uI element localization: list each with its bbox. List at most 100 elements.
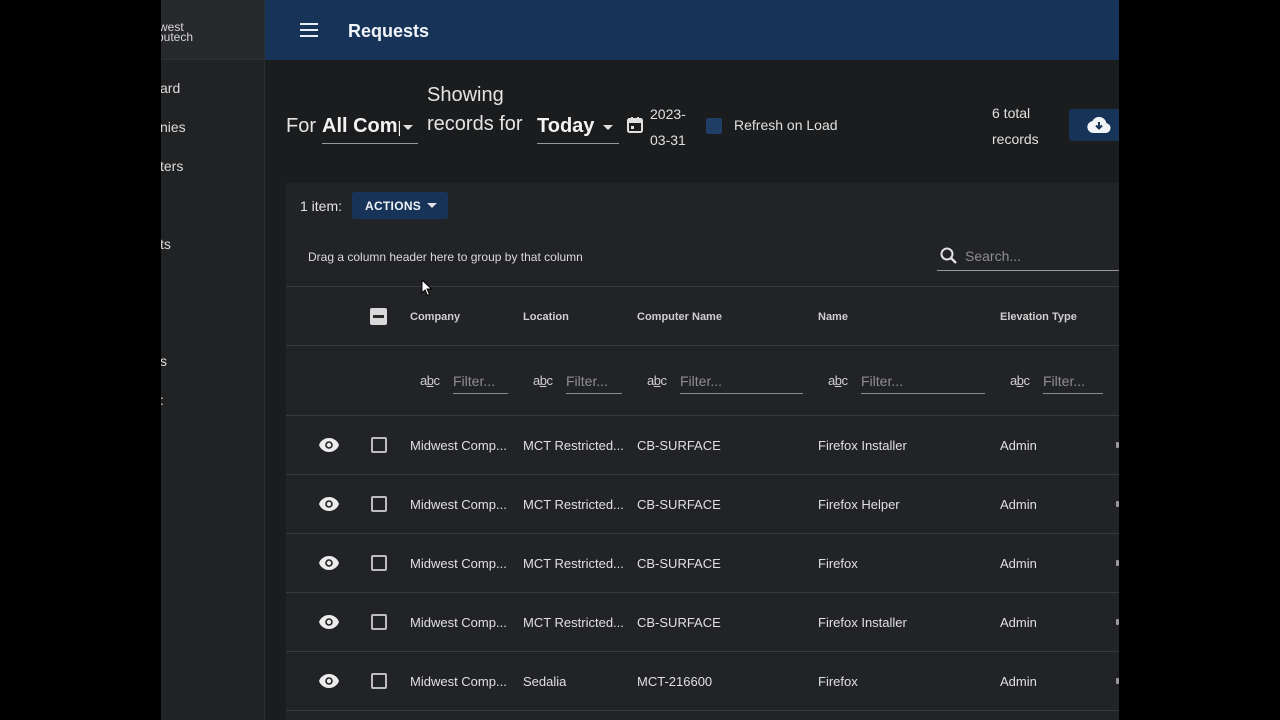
menu-icon[interactable] (300, 23, 318, 37)
column-header-elevation-type[interactable]: Elevation Type (1000, 311, 1077, 323)
abc-filter-icon[interactable]: abc (828, 373, 848, 388)
clipped-cell-edge (1116, 560, 1119, 566)
table-row[interactable]: Midwest Comp... MCT Restricted... CB-SUR… (286, 534, 1119, 593)
top-app-bar: Requests (265, 0, 1119, 60)
table-row[interactable]: Midwest Comp... MCT Restricted... CB-SUR… (286, 593, 1119, 652)
filter-computer-name[interactable] (680, 366, 803, 394)
chevron-down-icon (403, 125, 413, 130)
row-checkbox[interactable] (371, 614, 387, 630)
cell-computer-name: CB-SURFACE (637, 556, 721, 571)
cell-name: Firefox Installer (818, 615, 907, 630)
sidebar-item-requests[interactable]: ts (161, 236, 171, 252)
total-records-line-1: 6 total (992, 105, 1031, 121)
abc-filter-icon[interactable]: abc (1010, 373, 1030, 388)
search-input[interactable] (965, 245, 1115, 267)
main-content: For All Companies Showing records for To… (265, 60, 1119, 720)
abc-filter-icon[interactable]: abc (420, 373, 440, 388)
filter-name[interactable] (861, 366, 985, 394)
row-checkbox[interactable] (371, 437, 387, 453)
row-checkbox[interactable] (371, 555, 387, 571)
table-row[interactable]: Midwest Comp... Sedalia MCT-216600 Firef… (286, 652, 1119, 711)
table-row[interactable]: Midwest Comp... MCT Restricted... CB-SUR… (286, 416, 1119, 475)
calendar-icon[interactable] (626, 116, 644, 134)
cell-company: Midwest Comp... (410, 615, 507, 630)
sidebar-item-dashboard[interactable]: ard (161, 80, 180, 96)
selected-date-line-1: 2023- (650, 106, 686, 122)
cell-company: Midwest Comp... (410, 674, 507, 689)
chevron-down-icon (603, 125, 613, 130)
cell-location: MCT Restricted... (523, 438, 624, 453)
mouse-cursor-icon (421, 279, 433, 297)
cell-name: Firefox Helper (818, 497, 900, 512)
refresh-on-load-checkbox[interactable] (706, 118, 722, 134)
row-checkbox[interactable] (371, 496, 387, 512)
filter-elevation-type[interactable] (1043, 366, 1103, 394)
cell-elevation-type: Admin (1000, 615, 1037, 630)
eye-icon[interactable] (318, 496, 340, 512)
select-all-checkbox[interactable] (370, 308, 387, 325)
for-label: For (286, 115, 316, 137)
cell-location: MCT Restricted... (523, 615, 624, 630)
cell-computer-name: CB-SURFACE (637, 615, 721, 630)
sidebar-item-computers[interactable]: ters (161, 158, 183, 174)
sidebar-item-other[interactable]: : (161, 392, 164, 408)
eye-icon[interactable] (318, 614, 340, 630)
refresh-on-load-label: Refresh on Load (734, 117, 838, 133)
filter-location[interactable] (566, 366, 622, 394)
grid-filter-row: abc abc abc abc abc (286, 346, 1119, 416)
cell-computer-name: CB-SURFACE (637, 497, 721, 512)
cell-location: MCT Restricted... (523, 497, 624, 512)
table-row[interactable]: Midwest Comp... MCT Restricted... CB-SUR… (286, 475, 1119, 534)
company-select-value: All Companies (322, 115, 400, 137)
cell-elevation-type: Admin (1000, 438, 1037, 453)
cell-company: Midwest Comp... (410, 497, 507, 512)
cell-computer-name: MCT-216600 (637, 674, 713, 689)
cell-computer-name: CB-SURFACE (637, 438, 721, 453)
cloud-download-icon (1087, 116, 1111, 133)
group-panel-hint: Drag a column header here to group by th… (308, 250, 583, 264)
showing-records-label: Showing records for (427, 84, 523, 135)
requests-grid: 1 item: ACTIONS Drag a column header her… (286, 183, 1119, 720)
eye-icon[interactable] (318, 673, 340, 689)
brand-logo: west putech (161, 0, 264, 60)
clipped-cell-edge (1116, 442, 1119, 448)
cell-location: Sedalia (523, 674, 567, 689)
download-button[interactable] (1069, 109, 1119, 141)
cell-location: MCT Restricted... (523, 556, 624, 571)
column-header-computer-name[interactable]: Computer Name (637, 311, 722, 323)
row-checkbox[interactable] (371, 673, 387, 689)
abc-filter-icon[interactable]: abc (533, 373, 553, 388)
date-range-select[interactable]: Today (537, 112, 619, 144)
column-header-name[interactable]: Name (818, 311, 848, 323)
cell-elevation-type: Admin (1000, 497, 1037, 512)
selected-date-line-2: 03-31 (650, 132, 686, 148)
company-select[interactable]: All Companies (322, 112, 418, 144)
grid-header-row: Company Location Computer Name Name Elev… (286, 286, 1119, 346)
brand-line-2: putech (161, 30, 194, 44)
total-records-line-2: records (992, 131, 1039, 147)
column-header-company[interactable]: Company (410, 311, 460, 323)
selected-date: 2023- 03-31 (650, 101, 686, 153)
selection-count: 1 item: (300, 198, 343, 214)
actions-button[interactable]: ACTIONS (352, 192, 448, 219)
page-title: Requests (348, 21, 430, 41)
clipped-cell-edge (1116, 678, 1119, 684)
cell-elevation-type: Admin (1000, 556, 1037, 571)
column-header-location[interactable]: Location (523, 311, 569, 323)
clipped-cell-edge (1116, 619, 1119, 625)
sidebar-item-settings[interactable]: s (161, 353, 167, 369)
eye-icon[interactable] (318, 555, 340, 571)
app-window: west putech ard nies ters ts s : Request… (161, 0, 1119, 720)
grid-search (937, 241, 1119, 271)
sidebar-item-companies[interactable]: nies (161, 119, 186, 135)
abc-filter-icon[interactable]: abc (647, 373, 667, 388)
eye-icon[interactable] (318, 437, 340, 453)
cell-company: Midwest Comp... (410, 556, 507, 571)
actions-button-label: ACTIONS (365, 199, 422, 213)
cell-name: Firefox Installer (818, 438, 907, 453)
filter-company[interactable] (453, 366, 508, 394)
chevron-down-icon (427, 203, 437, 208)
date-range-value: Today (537, 115, 595, 137)
total-records: 6 total records (992, 100, 1039, 152)
cell-name: Firefox (818, 556, 858, 571)
